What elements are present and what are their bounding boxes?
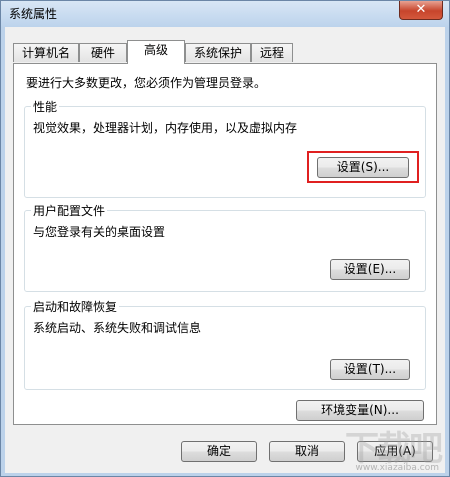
- dialog-client-area: 计算机名 硬件 高级 系统保护 远程 要进行大多数更改，您必须作为管理员登录。 …: [5, 27, 445, 473]
- admin-notice: 要进行大多数更改，您必须作为管理员登录。: [26, 76, 267, 90]
- ok-button[interactable]: 确定: [181, 441, 257, 462]
- tab-hardware[interactable]: 硬件: [79, 43, 127, 62]
- startup-recovery-settings-button[interactable]: 设置(T)...: [330, 359, 410, 380]
- cancel-button[interactable]: 取消: [269, 441, 345, 462]
- title-bar[interactable]: 系统属性 ✕: [1, 1, 449, 27]
- watermark-url: www.xiazaiba.com: [355, 463, 439, 473]
- tab-advanced[interactable]: 高级: [127, 40, 185, 64]
- tab-computer-name[interactable]: 计算机名: [13, 43, 79, 62]
- advanced-tab-panel: 要进行大多数更改，您必须作为管理员登录。 性能 视觉效果，处理器计划，内存使用，…: [13, 63, 437, 425]
- environment-variables-button[interactable]: 环境变量(N)...: [296, 400, 424, 421]
- user-profiles-title: 用户配置文件: [31, 202, 108, 219]
- window-title: 系统属性: [9, 7, 58, 21]
- startup-recovery-title: 启动和故障恢复: [31, 298, 120, 315]
- performance-desc: 视觉效果，处理器计划，内存使用，以及虚拟内存: [33, 121, 298, 135]
- close-button[interactable]: ✕: [399, 1, 443, 20]
- tab-system-protection[interactable]: 系统保护: [185, 43, 251, 62]
- performance-title: 性能: [31, 98, 60, 115]
- startup-recovery-desc: 系统启动、系统失败和调试信息: [33, 321, 202, 335]
- performance-group: 性能 视觉效果，处理器计划，内存使用，以及虚拟内存 设置(S)...: [24, 98, 426, 198]
- performance-settings-button[interactable]: 设置(S)...: [317, 157, 409, 178]
- user-profiles-desc: 与您登录有关的桌面设置: [33, 225, 166, 239]
- tab-remote[interactable]: 远程: [251, 43, 293, 62]
- system-properties-window: 系统属性 ✕ 计算机名 硬件 高级 系统保护 远程 要进行大多数更改，您必须作为…: [0, 0, 450, 477]
- startup-recovery-group: 启动和故障恢复 系统启动、系统失败和调试信息 设置(T)...: [24, 298, 426, 390]
- user-profiles-group: 用户配置文件 与您登录有关的桌面设置 设置(E)...: [24, 202, 426, 292]
- user-profiles-settings-button[interactable]: 设置(E)...: [330, 259, 410, 280]
